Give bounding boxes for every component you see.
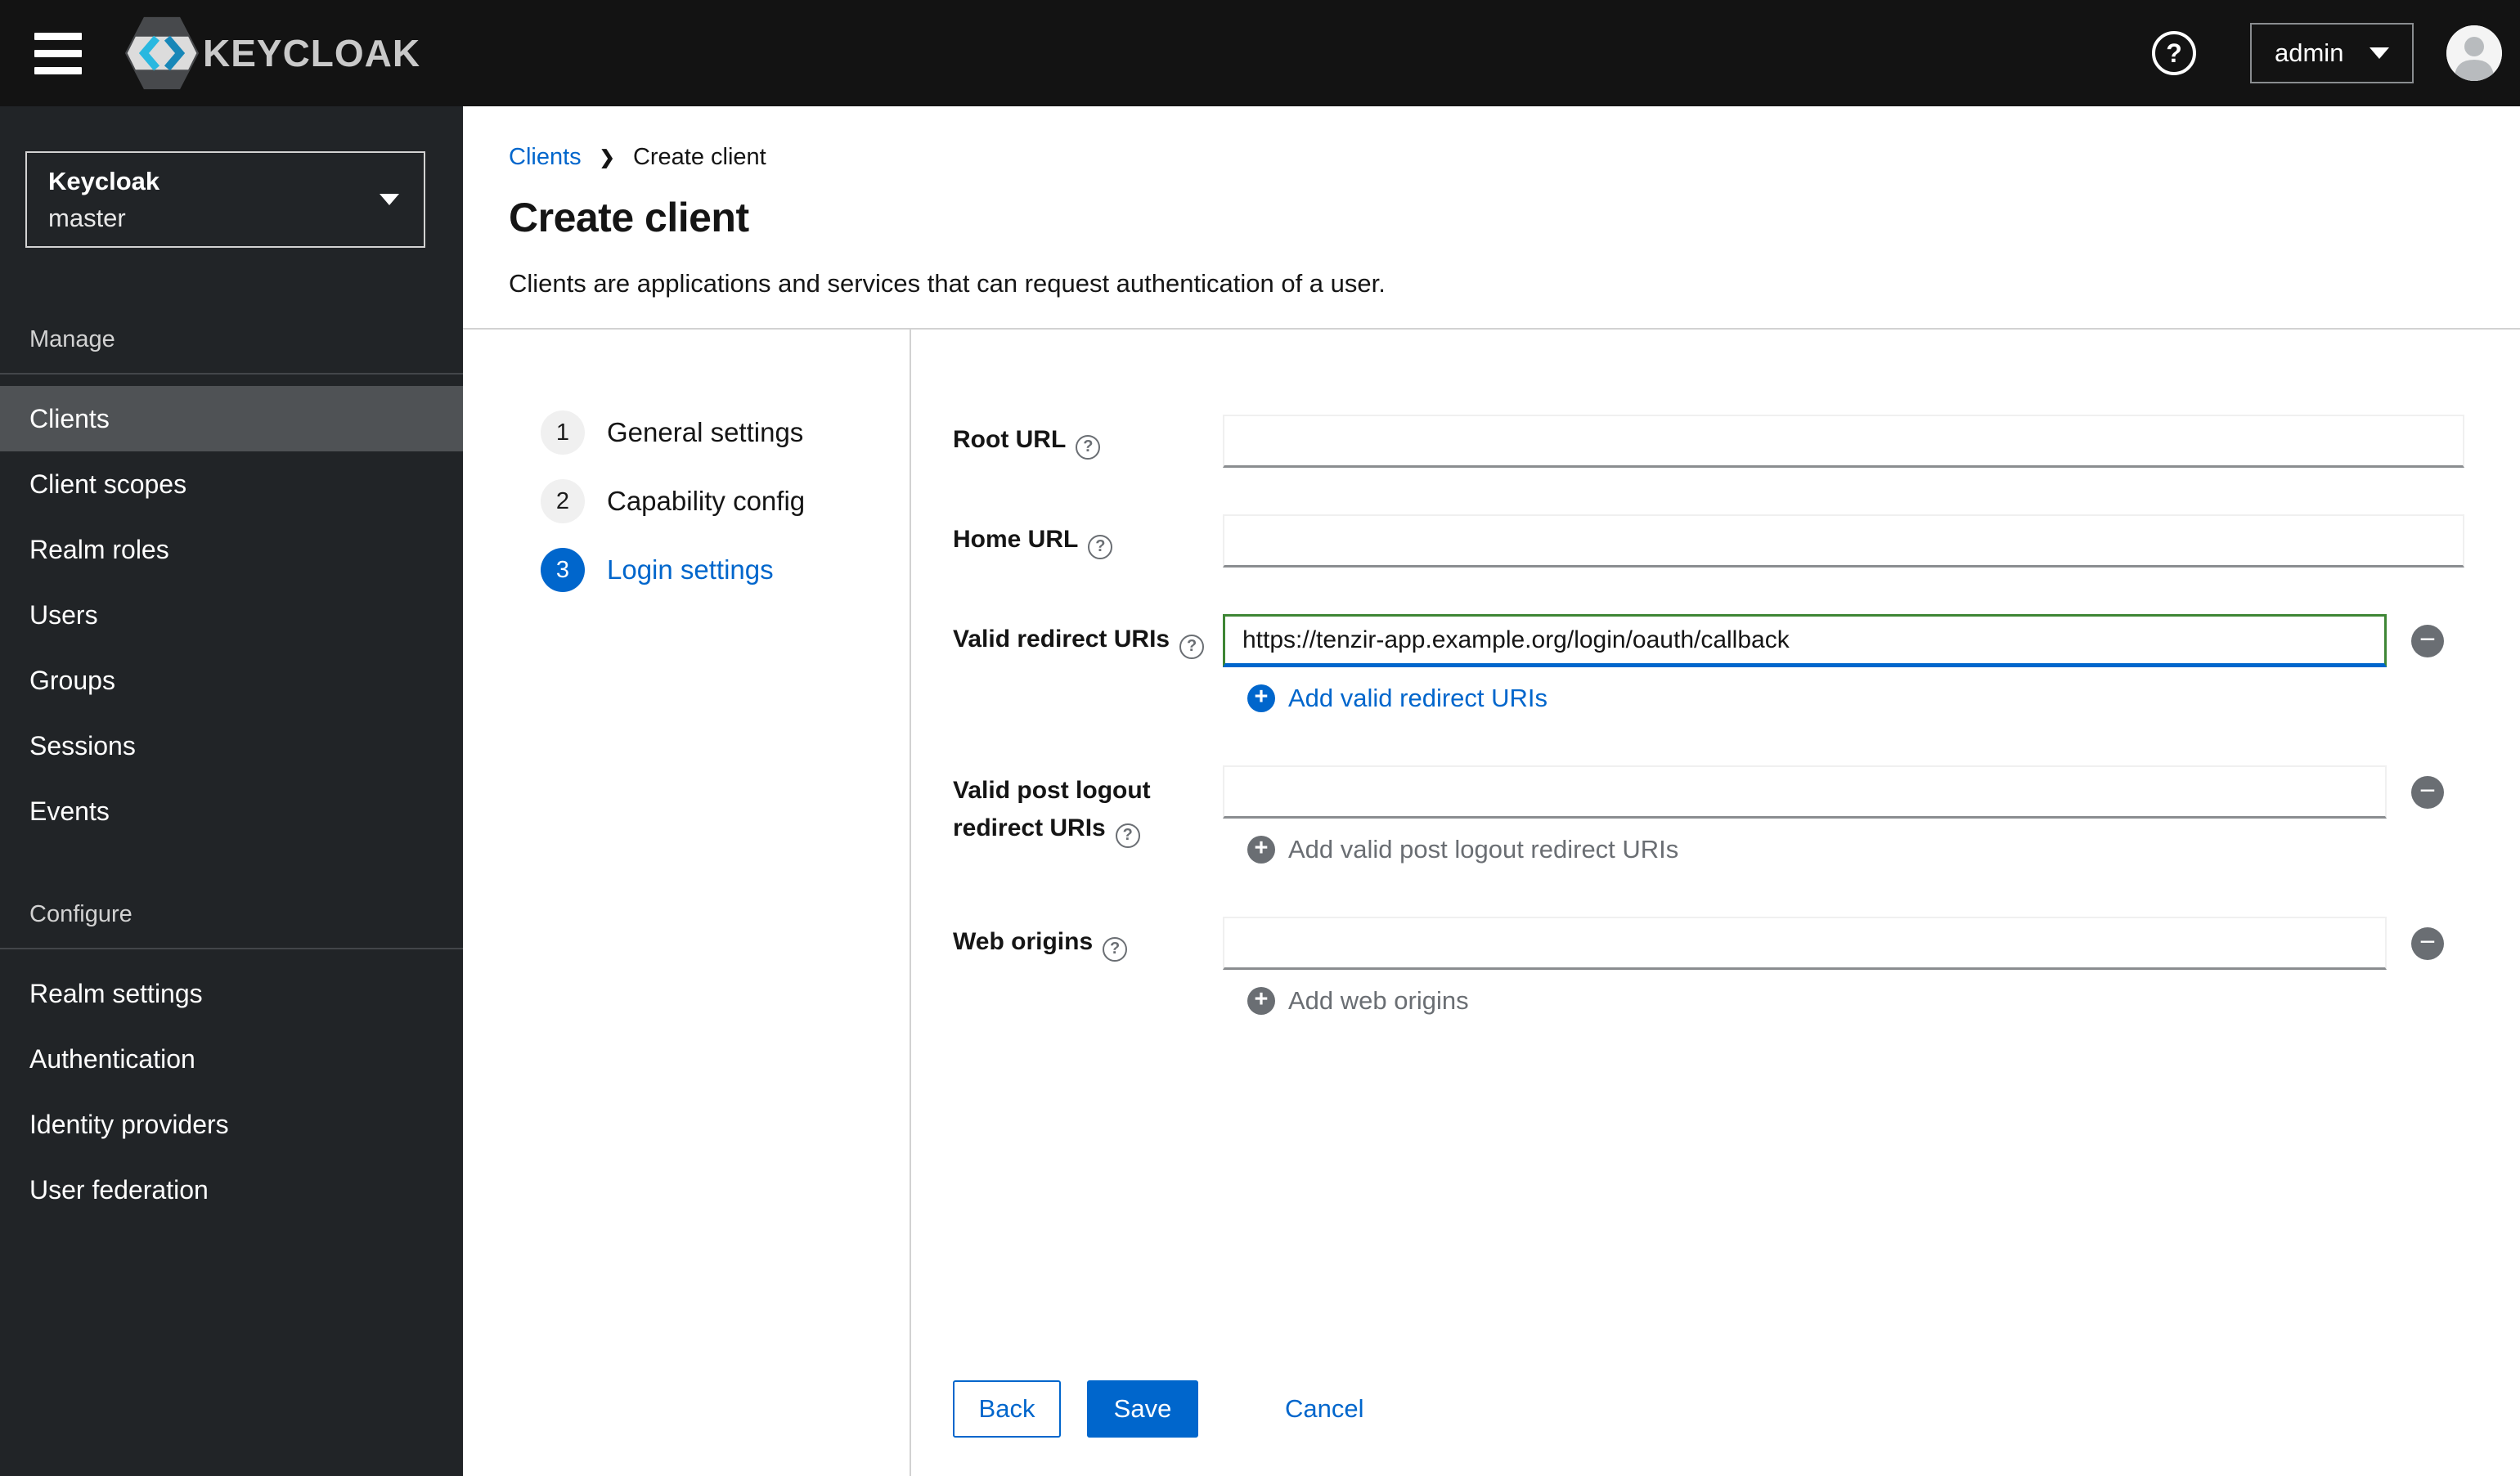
help-icon[interactable]: ? (1103, 937, 1128, 962)
keycloak-logo-icon (124, 16, 200, 90)
avatar[interactable] (2446, 25, 2502, 81)
sidebar-item-realm-settings[interactable]: Realm settings (0, 961, 463, 1026)
home-url-row: Home URL? (953, 514, 2464, 568)
help-button[interactable]: ? (2152, 31, 2196, 75)
home-url-input[interactable] (1223, 514, 2464, 568)
nav-section-title-configure: Configure (29, 901, 133, 927)
sidebar-item-authentication[interactable]: Authentication (0, 1026, 463, 1092)
step-number-badge: 3 (541, 548, 585, 592)
wizard-content: 1 General settings 2 Capability config 3… (463, 330, 2520, 1476)
wizard-nav: 1 General settings 2 Capability config 3… (463, 330, 911, 1476)
sidebar-item-realm-roles[interactable]: Realm roles (0, 517, 463, 582)
plus-circle-icon: + (1247, 835, 1275, 864)
home-url-label: Home URL? (953, 514, 1223, 559)
plus-circle-icon: + (1247, 684, 1275, 712)
help-icon[interactable]: ? (1179, 635, 1205, 659)
user-menu-dropdown[interactable]: admin (2250, 23, 2414, 83)
minus-circle-icon: − (2419, 926, 2436, 958)
post-logout-uri-input[interactable] (1223, 765, 2387, 819)
step-label: General settings (607, 417, 804, 447)
wizard-actions: Back Save Cancel (953, 1380, 1369, 1438)
sidebar-item-sessions[interactable]: Sessions (0, 713, 463, 778)
sidebar-item-identity-providers[interactable]: Identity providers (0, 1092, 463, 1157)
chevron-right-icon: ❯ (599, 146, 615, 168)
sidebar-item-clients[interactable]: Clients (0, 386, 463, 451)
back-button[interactable]: Back (953, 1380, 1061, 1438)
realm-selector-dropdown[interactable]: Keycloak master (25, 151, 425, 248)
root-url-label: Root URL? (953, 415, 1223, 460)
web-origins-row: Web origins? − + Add web origins (953, 917, 2444, 1016)
step-label: Capability config (607, 486, 806, 516)
keycloak-admin-console: KEYCLOAK ? admin Keycloak master Manage … (0, 0, 2520, 1476)
remove-post-logout-uri-button[interactable]: − (2411, 774, 2444, 809)
question-circle-icon: ? (2166, 38, 2182, 68)
sidebar: Keycloak master Manage Clients Client sc… (0, 106, 463, 1476)
caret-down-icon (380, 194, 399, 205)
wizard-step-general-settings[interactable]: 1 General settings (541, 410, 803, 455)
realm-selector-current: master (48, 203, 126, 232)
step-number-badge: 2 (541, 479, 585, 523)
caret-down-icon (2370, 47, 2389, 59)
realm-selector-texts: Keycloak master (48, 167, 380, 233)
help-icon[interactable]: ? (1076, 435, 1101, 460)
valid-redirect-uri-input[interactable] (1223, 614, 2387, 667)
cancel-button[interactable]: Cancel (1280, 1393, 1369, 1424)
save-button[interactable]: Save (1087, 1380, 1198, 1438)
web-origins-label: Web origins? (953, 917, 1223, 962)
step-number-badge: 1 (541, 410, 585, 455)
remove-web-origin-button[interactable]: − (2411, 926, 2444, 960)
wizard-step-capability-config[interactable]: 2 Capability config (541, 479, 805, 523)
root-url-row: Root URL? (953, 415, 2464, 468)
sidebar-item-client-scopes[interactable]: Client scopes (0, 451, 463, 517)
minus-circle-icon: − (2419, 774, 2436, 806)
page-header: Clients ❯ Create client Create client Cl… (463, 106, 2520, 330)
page-title: Create client (509, 195, 749, 240)
sidebar-item-users[interactable]: Users (0, 582, 463, 648)
nav-toggle-button[interactable] (34, 32, 82, 74)
plus-circle-icon: + (1247, 986, 1275, 1015)
nav-section-title-manage: Manage (29, 326, 115, 352)
divider (0, 948, 463, 949)
login-settings-form: Root URL? Home URL? Valid redirect URIs … (911, 330, 2520, 1476)
web-origins-input[interactable] (1223, 917, 2387, 970)
sidebar-item-user-federation[interactable]: User federation (0, 1157, 463, 1223)
post-logout-uris-row: Valid post logout redirect URIs? − + Add… (953, 765, 2444, 864)
main-content: Clients ❯ Create client Create client Cl… (463, 106, 2520, 1476)
valid-redirect-uris-row: Valid redirect URIs? − + Add valid redir… (953, 614, 2444, 713)
help-icon[interactable]: ? (1115, 823, 1140, 848)
breadcrumb: Clients ❯ Create client (509, 144, 2471, 171)
breadcrumb-link-clients[interactable]: Clients (509, 144, 582, 171)
remove-redirect-uri-button[interactable]: − (2411, 623, 2444, 657)
valid-redirect-uris-label: Valid redirect URIs? (953, 614, 1223, 659)
hamburger-icon (34, 32, 82, 40)
root-url-input[interactable] (1223, 415, 2464, 468)
user-menu-label: admin (2275, 38, 2344, 67)
sidebar-item-groups[interactable]: Groups (0, 648, 463, 713)
nav-list-manage: Clients Client scopes Realm roles Users … (0, 386, 463, 844)
post-logout-uris-label: Valid post logout redirect URIs? (953, 765, 1223, 848)
realm-selector-title: Keycloak (48, 166, 160, 195)
help-icon[interactable]: ? (1088, 535, 1113, 559)
keycloak-logo: KEYCLOAK (124, 14, 420, 92)
step-label: Login settings (607, 554, 774, 585)
user-avatar-icon (2446, 25, 2502, 81)
minus-circle-icon: − (2419, 623, 2436, 655)
add-valid-redirect-uris-button[interactable]: + Add valid redirect URIs (1247, 684, 2444, 713)
wizard-step-login-settings[interactable]: 3 Login settings (541, 548, 774, 592)
add-post-logout-uris-button[interactable]: + Add valid post logout redirect URIs (1247, 835, 2444, 864)
breadcrumb-current: Create client (632, 144, 766, 170)
brand-text: KEYCLOAK (203, 32, 421, 74)
nav-list-configure: Realm settings Authentication Identity p… (0, 961, 463, 1223)
add-web-origins-button[interactable]: + Add web origins (1247, 986, 2444, 1016)
sidebar-item-events[interactable]: Events (0, 778, 463, 844)
page-subtitle: Clients are applications and services th… (509, 268, 1386, 298)
divider (0, 373, 463, 375)
masthead: KEYCLOAK ? admin (0, 0, 2520, 106)
